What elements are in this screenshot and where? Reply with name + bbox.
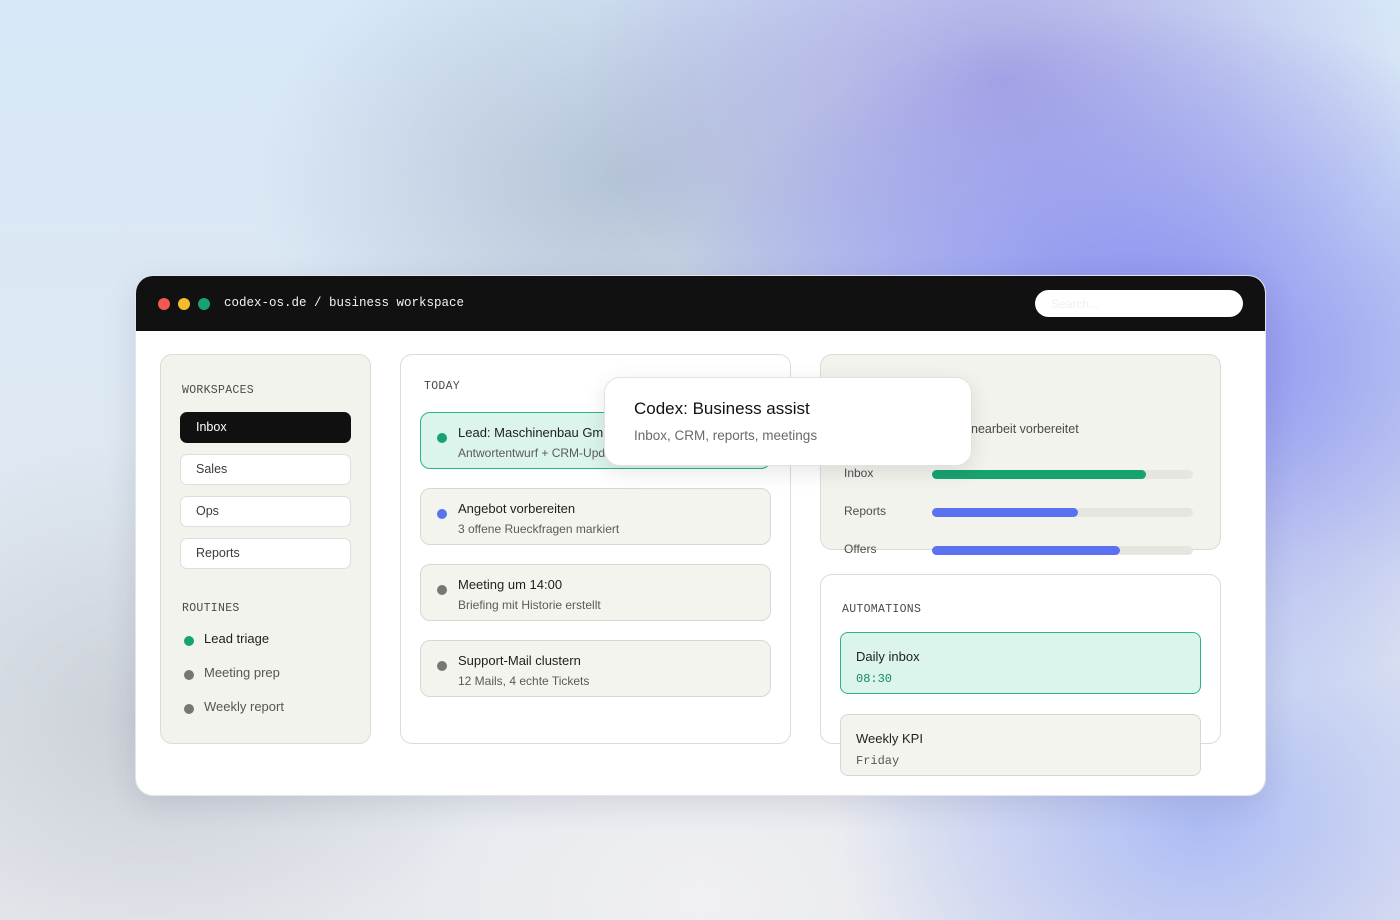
task-title: Meeting um 14:00 — [458, 577, 563, 592]
progress-bar-reports — [932, 508, 1193, 517]
routine-label: Lead triage — [204, 631, 270, 646]
minimize-window-button[interactable] — [178, 298, 190, 310]
progress-bar-inbox — [932, 470, 1193, 479]
automation-time: 08:30 — [856, 672, 893, 686]
status-dot — [437, 433, 447, 443]
automation-time: Friday — [856, 754, 900, 768]
progress-bar-offers — [932, 546, 1193, 555]
sidebar-item-inbox[interactable]: Inbox — [180, 412, 351, 443]
task-subtitle: Antwortentwurf + CRM-Update — [458, 446, 622, 460]
search-input[interactable] — [1035, 290, 1243, 317]
automation-daily-inbox[interactable]: Daily inbox 08:30 — [840, 632, 1201, 694]
status-note: nearbeit vorbereitet — [971, 422, 1079, 436]
status-dot — [184, 670, 194, 680]
sidebar: WORKSPACES Inbox Sales Ops Reports ROUTI… — [160, 354, 371, 744]
progress-fill — [932, 508, 1079, 517]
task-subtitle: Briefing mit Historie erstellt — [458, 598, 601, 612]
status-dot — [437, 585, 447, 595]
sidebar-item-ops[interactable]: Ops — [180, 496, 351, 527]
routine-label: Weekly report — [204, 699, 284, 714]
progress-label-inbox: Inbox — [844, 466, 874, 480]
progress-fill — [932, 470, 1147, 479]
app-window: codex-os.de / business workspace WORKSPA… — [135, 275, 1266, 796]
popover-subtitle: Inbox, CRM, reports, meetings — [634, 428, 818, 443]
popover-title: Codex: Business assist — [634, 399, 810, 418]
sidebar-item-sales[interactable]: Sales — [180, 454, 351, 485]
status-dot — [437, 509, 447, 519]
routine-label: Meeting prep — [204, 665, 280, 680]
status-dot — [437, 661, 447, 671]
sidebar-item-reports[interactable]: Reports — [180, 538, 351, 569]
task-subtitle: 3 offene Rueckfragen markiert — [458, 522, 620, 536]
progress-label-reports: Reports — [844, 504, 887, 518]
automations-panel: AUTOMATIONS Daily inbox 08:30 Weekly KPI… — [820, 574, 1221, 776]
progress-fill — [932, 546, 1120, 555]
progress-label-offers: Offers — [844, 542, 877, 556]
task-subtitle: 12 Mails, 4 echte Tickets — [458, 674, 590, 688]
automations-heading: AUTOMATIONS — [842, 603, 922, 616]
window-title: codex-os.de / business workspace — [224, 296, 465, 310]
task-title: Support-Mail clustern — [458, 653, 581, 668]
status-dot — [184, 704, 194, 714]
today-heading: TODAY — [424, 380, 461, 393]
status-dot — [184, 636, 194, 646]
assistant-popover[interactable]: Codex: Business assist Inbox, CRM, repor… — [604, 377, 972, 466]
task-card-meeting[interactable]: Meeting um 14:00 Briefing mit Historie e… — [420, 564, 771, 621]
task-title: Angebot vorbereiten — [458, 501, 576, 516]
task-card-support[interactable]: Support-Mail clustern 12 Mails, 4 echte … — [420, 640, 771, 697]
automation-weekly-kpi[interactable]: Weekly KPI Friday — [840, 714, 1201, 776]
title-bar: codex-os.de / business workspace — [136, 276, 1265, 331]
automation-title: Daily inbox — [856, 649, 920, 664]
workspaces-heading: WORKSPACES — [182, 384, 255, 397]
routines-heading: ROUTINES — [182, 602, 240, 615]
maximize-window-button[interactable] — [198, 298, 210, 310]
task-card-angebot[interactable]: Angebot vorbereiten 3 offene Rueckfragen… — [420, 488, 771, 545]
task-title: Lead: Maschinenbau GmbH — [458, 425, 620, 440]
automation-title: Weekly KPI — [856, 731, 923, 746]
close-window-button[interactable] — [158, 298, 170, 310]
